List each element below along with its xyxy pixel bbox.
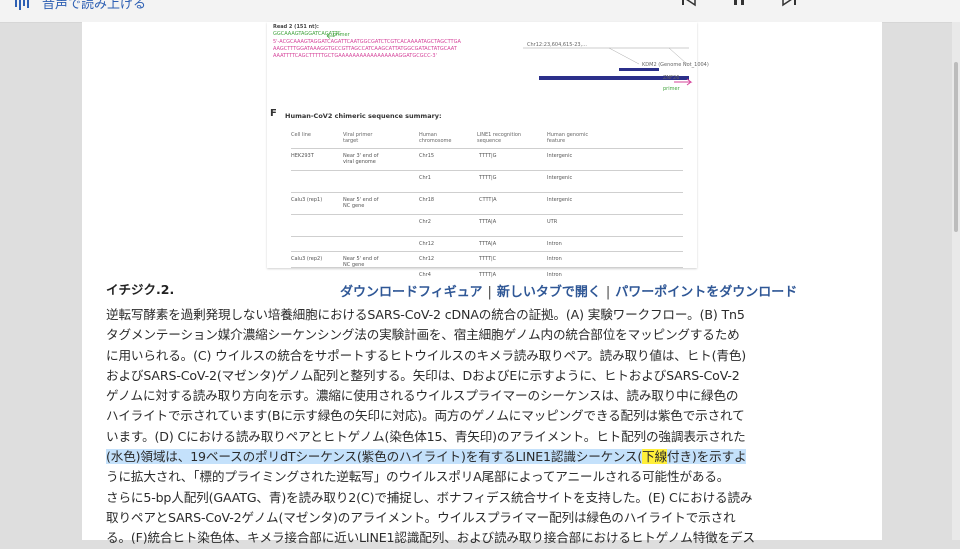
col-line1-seq: LINE1 recognition sequence [477,132,522,144]
caption-line: 逆転写酵素を過剰発現しない培養細胞におけるSARS-CoV-2 cDNAの統合の… [106,307,745,322]
caption-line: る。(F)統合ヒト染色体、キメラ接合部に近いLINE1認識配列、および読み取り接… [106,530,755,546]
col-human-chromosome: Human chromosome [419,132,452,144]
table-row: Calu3 (rep1) Near 5' end of NC gene Chr1… [291,192,683,209]
caption-line: います。(D) Cにおける読み取りペアとヒトゲノム(染色体15、青矢印)のアライ… [106,428,746,444]
link-separator: | [487,285,492,300]
read-aloud-label: 音声で読み上げる [42,0,147,12]
read-aloud-button[interactable]: 音声で読み上げる [14,0,146,12]
download-powerpoint-link[interactable]: パワーポイントをダウンロード [615,285,797,300]
figure-label: イチジク.2. [106,282,175,297]
track-label-gene: ZNF26 [663,75,680,81]
next-icon[interactable] [780,0,798,12]
col-genomic-feature: Human genomic feature [547,132,589,144]
figure-links: ダウンロードフィギュア | 新しいタブで開く | パワーポイントをダウンロード [340,281,797,300]
highlighted-word: 下線 [642,449,668,465]
highlighted-text: (水色)領域は、19ベースのポリdTシーケンス(紫色のハイライト)を有するLIN… [106,449,643,465]
vertical-scrollbar[interactable] [952,22,960,540]
caption-line: タグメンテーション媒介濃縮シーケンシング法の実験計画を、宿主細胞ゲノム内の統合部… [106,327,740,343]
caption-line: さらに5-bp人配列(GAATG、青)を読み取り2(C)で捕捉し、ボナフィデス統… [106,489,753,505]
sequence-line-1: 5'-ACGCAAAGTAGGATCAGATTCAATGGCGATCTCGTCA… [273,39,461,45]
read-title: Read 2 (151 nt): [273,24,319,30]
caption-line-highlighted: (水色)領域は、19ベースのポリdTシーケンス(紫色のハイライト)を有するLIN… [106,447,866,467]
table-row: Chr2 TTTA|A UTR [291,214,683,231]
col-cell-line: Cell line [291,132,311,138]
download-figure-link[interactable]: ダウンロードフィギュア [340,285,482,300]
table-row: HEK293T Near 3' end of viral genome Chr1… [291,148,683,165]
caption-line: ゲノムに対する読み取り方向を示す。濃縮に使用されるウイルスプライマーのシーケンス… [106,388,739,404]
pause-icon[interactable] [730,0,748,12]
caption-line: 取りペアとSARS-CoV-2ゲノム(マゼンタ)のアライメント。ウイルスプライマ… [106,509,736,525]
highlighted-text: 付き)を示すよ [667,449,747,465]
sequence-line-3: AAATTTTCAGCTTTTTGCTGAAAAAAAAAAAAAAAAAGGA… [273,53,437,59]
figure-image[interactable]: Read 2 (151 nt): GGCAAAGTAGGATCAGATTC pr… [267,22,709,278]
article-page: Read 2 (151 nt): GGCAAAGTAGGATCAGATTC pr… [82,22,882,545]
track-primer-label: primer [663,86,680,92]
link-separator: | [605,285,611,300]
caption-line: に用いられる。(C) ウイルスの統合をサポートするヒトウイルスのキメラ読み取りペ… [106,347,747,363]
media-controls [680,0,798,12]
table-row: Chr1 TTTT|G Intergenic [291,170,683,187]
track-label-kdm: KDM2 (Genome Not_1004) [642,62,709,68]
previous-icon[interactable] [680,0,698,12]
read-aloud-toolbar: 音声で読み上げる [0,0,960,23]
caption-line: およびSARS-CoV-2(マゼンタ)ゲノム配列と整列する。矢印は、DおよびEに… [106,367,740,383]
panel-f-label: F [270,108,277,119]
summary-title: Human-CoV2 chimeric sequence summary: [285,112,442,120]
read-aloud-icon [15,0,29,10]
open-new-tab-link[interactable]: 新しいタブで開く [497,285,601,300]
col-viral-primer: Viral primer target [343,132,373,144]
figure-caption: 逆転写酵素を過剰発現しない培養細胞におけるSARS-CoV-2 cDNAの統合の… [106,305,866,549]
caption-line: ハイライトで示されています(Bに示す緑色の矢印に対応)。両方のゲノムにマッピング… [106,408,745,424]
sequence-line-2: AAGCTTTGGATAAAGGTGCCGTTAGCCATCAAGCATTATG… [273,46,457,52]
table-row: Calu3 (rep2) Near 5' end of NC gene Chr1… [291,251,683,268]
scrollbar-thumb[interactable] [954,62,958,232]
primer-label: primer [333,32,350,38]
caption-line: うに拡大され、「標的プライミングされた逆転写」のウイルスポリA尾部によってアニー… [106,469,730,485]
